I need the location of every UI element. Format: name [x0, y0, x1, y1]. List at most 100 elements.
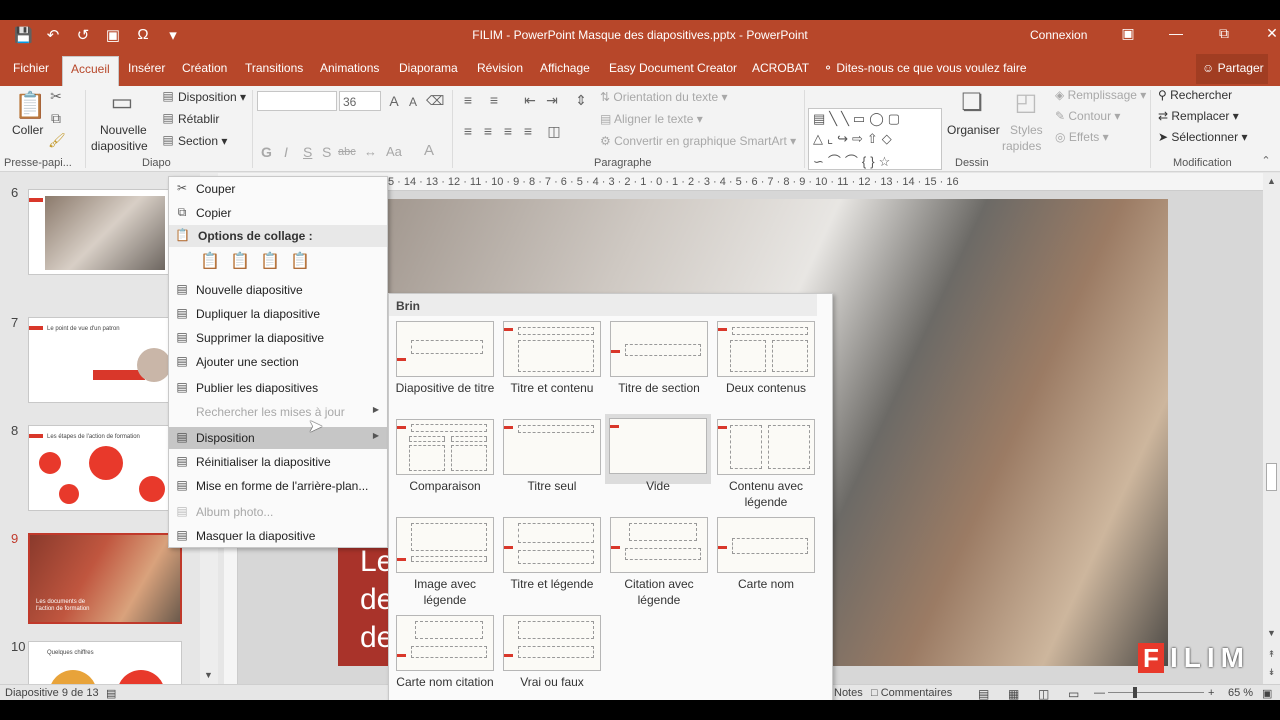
new-slide-label-2[interactable]: diapositive [91, 139, 148, 153]
spacing-button[interactable]: ↔ [364, 144, 377, 159]
shape-effects-button[interactable]: ◎ Effets ▾ [1055, 130, 1109, 144]
comments-button[interactable]: □ Commentaires [871, 687, 952, 699]
tab-acrobat[interactable]: ACROBAT [752, 61, 809, 75]
underline-button[interactable]: S [303, 144, 312, 160]
layout-button[interactable]: Disposition ▾ [178, 90, 246, 104]
tab-creation[interactable]: Création [182, 61, 227, 75]
share-button[interactable]: ☺ Partager [1196, 54, 1268, 84]
quick-styles-label-2[interactable]: rapides [1002, 139, 1041, 153]
menu-item-copy[interactable]: ⧉ Copier [169, 202, 387, 224]
arrange-icon[interactable]: ❏ [958, 88, 986, 118]
select-button[interactable]: ➤ Sélectionner ▾ [1158, 130, 1247, 144]
tell-me-box[interactable]: ⚬ Dites-nous ce que vous voulez faire [823, 61, 1027, 75]
increase-indent-icon[interactable]: ⇥ [544, 92, 560, 109]
tab-inserer[interactable]: Insérer [128, 61, 165, 75]
section-button[interactable]: Section ▾ [178, 134, 227, 148]
menu-item-reset-slide[interactable]: ▤ Réinitialiser la diapositive [169, 451, 387, 473]
layout-name-card[interactable]: Carte nom [714, 514, 818, 608]
close-icon[interactable]: ✕ [1248, 25, 1280, 42]
menu-item-layout[interactable]: ▤ Disposition ▶ [169, 427, 387, 449]
paste-button[interactable]: Coller [12, 123, 43, 137]
bullets-icon[interactable]: ≡ [460, 92, 476, 108]
quick-styles-label-1[interactable]: Styles [1010, 123, 1043, 137]
spellcheck-icon[interactable]: ▤ [106, 687, 116, 700]
shape-fill-button[interactable]: ◈ Remplissage ▾ [1055, 88, 1146, 102]
slide-thumbnail[interactable]: Le point de vue d'un patron [28, 317, 182, 403]
scroll-down-icon[interactable]: ▼ [204, 670, 213, 680]
strikethrough-button[interactable]: abc [338, 146, 356, 158]
arrange-button[interactable]: Organiser [947, 123, 1000, 137]
decrease-indent-icon[interactable]: ⇤ [522, 92, 538, 109]
paste-text-only-icon[interactable]: 📋 [289, 251, 311, 273]
layout-title-content[interactable]: Titre et contenu [500, 318, 604, 412]
tab-affichage[interactable]: Affichage [540, 61, 590, 75]
find-button[interactable]: ⚲ Rechercher [1158, 88, 1232, 102]
zoom-slider[interactable] [1108, 692, 1204, 693]
zoom-level[interactable]: 65 % [1228, 687, 1253, 699]
align-text-button[interactable]: ▤ Aligner le texte ▾ [600, 112, 703, 126]
menu-item-duplicate-slide[interactable]: ▤ Dupliquer la diapositive [169, 303, 387, 325]
paste-keep-formatting-icon[interactable]: 📋 [229, 251, 251, 273]
new-slide-label-1[interactable]: Nouvelle [100, 123, 147, 137]
menu-item-hide-slide[interactable]: ▤ Masquer la diapositive [169, 525, 387, 547]
format-painter-icon[interactable]: 🖌 [48, 132, 66, 149]
layout-two-content[interactable]: Deux contenus [714, 318, 818, 412]
fit-slide-icon[interactable]: ▣ [1262, 687, 1272, 700]
menu-item-add-section[interactable]: ▤ Ajouter une section [169, 351, 387, 373]
normal-view-icon[interactable]: ▤ [978, 687, 989, 700]
font-size-input[interactable]: 36 [339, 91, 381, 111]
change-case-button[interactable]: Aa [386, 144, 402, 159]
layout-title-caption[interactable]: Titre et légende [500, 514, 604, 608]
grow-font-icon[interactable]: A [386, 93, 402, 109]
slide-thumbnail-selected[interactable]: Les documents de l'action de formation [28, 533, 182, 624]
tab-fichier[interactable]: Fichier [13, 61, 49, 75]
ribbon-display-icon[interactable]: ▣ [1104, 25, 1152, 42]
quick-styles-icon[interactable]: ◰ [1012, 88, 1040, 118]
layout-content-caption[interactable]: Contenu avec légende [714, 416, 818, 510]
replace-button[interactable]: ⇄ Remplacer ▾ [1158, 109, 1239, 123]
font-name-input[interactable] [257, 91, 337, 111]
layout-quote-name-card[interactable]: Carte nom citation [393, 612, 497, 700]
slide-thumbnail[interactable]: Les étapes de l'action de formation [28, 425, 182, 511]
shapes-gallery[interactable]: ▤╲╲▭◯▢ △⌞↪⇨⇧◇ ∽⌒⌒{}☆ [808, 108, 942, 170]
align-right-icon[interactable]: ≡ [500, 123, 516, 139]
copy-icon[interactable]: ⧉ [48, 110, 64, 127]
tab-easy-document-creator[interactable]: Easy Document Creator [609, 61, 737, 75]
minimize-icon[interactable]: — [1152, 25, 1200, 42]
previous-slide-icon[interactable]: ↟ [1263, 649, 1280, 660]
paste-picture-icon[interactable]: 📋 [259, 251, 281, 273]
menu-item-cut[interactable]: ✂ Couper [169, 178, 387, 200]
zoom-out-icon[interactable]: — [1094, 687, 1105, 699]
tab-revision[interactable]: Révision [477, 61, 523, 75]
font-color-button[interactable]: A [424, 142, 434, 159]
notes-button[interactable]: Notes [834, 687, 863, 699]
reading-view-icon[interactable]: ◫ [1038, 687, 1049, 700]
slide-thumbnail[interactable]: Quelques chiffres [28, 641, 182, 685]
line-spacing-icon[interactable]: ⇕ [573, 92, 589, 109]
collapse-ribbon-icon[interactable]: ⌃ [1258, 154, 1274, 167]
zoom-in-icon[interactable]: + [1208, 687, 1214, 699]
slideshow-icon[interactable]: ▭ [1068, 687, 1079, 700]
slide-thumbnail[interactable] [28, 189, 182, 275]
layout-true-false[interactable]: Vrai ou faux [500, 612, 604, 700]
paste-destination-theme-icon[interactable]: 📋 [199, 251, 221, 273]
smartart-button[interactable]: ⚙ Convertir en graphique SmartArt ▾ [600, 134, 796, 148]
restore-icon[interactable]: ⧉ [1200, 25, 1248, 42]
slide-sorter-icon[interactable]: ▦ [1008, 687, 1019, 700]
cut-icon[interactable]: ✂ [48, 88, 64, 105]
menu-item-format-background[interactable]: ▤ Mise en forme de l'arrière-plan... [169, 475, 387, 497]
new-slide-icon[interactable]: ▭ [106, 88, 138, 118]
align-left-icon[interactable]: ≡ [460, 123, 476, 139]
layout-picture-caption[interactable]: Image avec légende [393, 514, 497, 608]
menu-item-new-slide[interactable]: ▤ Nouvelle diapositive [169, 279, 387, 301]
tab-diaporama[interactable]: Diaporama [399, 61, 458, 75]
layout-title-only[interactable]: Titre seul [500, 416, 604, 510]
align-center-icon[interactable]: ≡ [480, 123, 496, 139]
layout-section-header[interactable]: Titre de section [607, 318, 711, 412]
sign-in-link[interactable]: Connexion [1030, 28, 1087, 42]
zoom-slider-thumb[interactable] [1133, 687, 1137, 698]
layout-blank-selected[interactable]: Vide [605, 414, 711, 493]
editor-scrollbar[interactable]: ▲ ▼ ↟ ↡ [1263, 173, 1280, 684]
next-slide-icon[interactable]: ↡ [1263, 667, 1280, 678]
menu-item-publish-slides[interactable]: ▤ Publier les diapositives [169, 377, 387, 399]
